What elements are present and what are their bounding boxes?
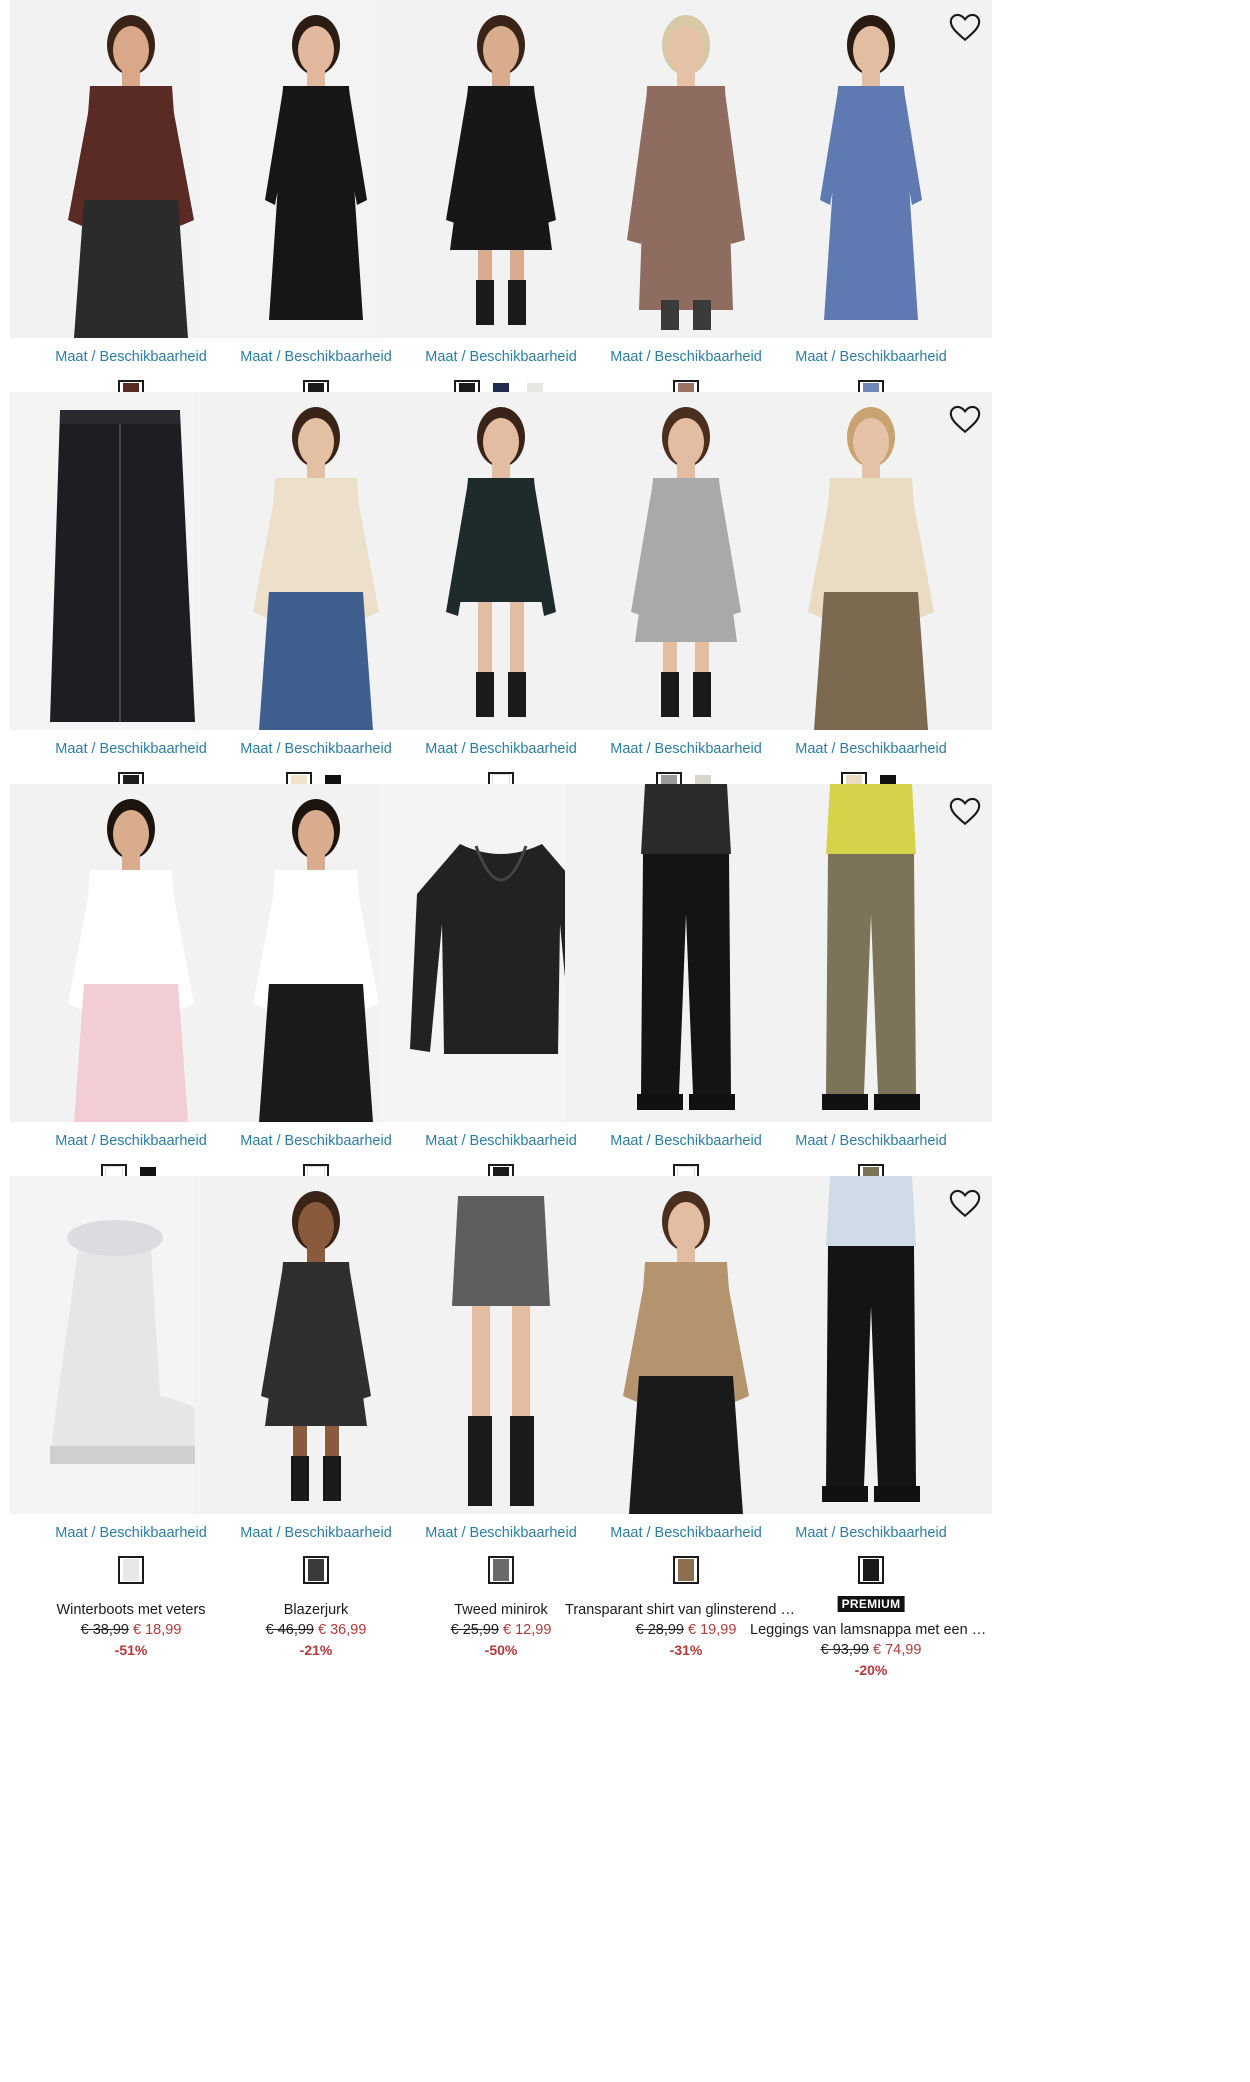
price-row: € 93,99 € 74,99 <box>750 1642 992 1658</box>
size-availability-link[interactable]: Maat / Beschikbaarheid <box>750 741 992 757</box>
sale-price: € 36,99 <box>318 1622 367 1638</box>
sale-price: € 19,99 <box>688 1622 737 1638</box>
premium-badge: PREMIUM <box>837 1596 905 1612</box>
old-price: € 93,99 <box>820 1642 869 1658</box>
old-price: € 46,99 <box>265 1622 314 1638</box>
color-swatch[interactable] <box>118 1556 144 1584</box>
old-price: € 38,99 <box>80 1622 129 1638</box>
color-swatch[interactable] <box>673 1556 699 1584</box>
sale-price: € 12,99 <box>503 1622 552 1638</box>
product-title[interactable]: Leggings van lamsnappa met een el… <box>750 1622 992 1638</box>
size-availability-link[interactable]: Maat / Beschikbaarheid <box>750 1525 992 1541</box>
size-availability-link[interactable]: Maat / Beschikbaarheid <box>750 349 992 365</box>
product-image[interactable] <box>750 392 992 730</box>
wishlist-heart-icon[interactable] <box>948 10 982 44</box>
wishlist-heart-icon[interactable] <box>948 794 982 828</box>
color-swatches <box>750 1556 992 1584</box>
old-price: € 28,99 <box>635 1622 684 1638</box>
product-card[interactable]: Maat / Beschikbaarheid PREMIUM Leggings va… <box>750 1176 992 1686</box>
color-swatch[interactable] <box>488 1556 514 1584</box>
size-availability-link[interactable]: Maat / Beschikbaarheid <box>750 1133 992 1149</box>
wishlist-heart-icon[interactable] <box>948 1186 982 1220</box>
product-image[interactable] <box>750 1176 992 1514</box>
product-image[interactable] <box>750 0 992 338</box>
product-image[interactable] <box>750 784 992 1122</box>
color-swatch[interactable] <box>858 1556 884 1584</box>
wishlist-heart-icon[interactable] <box>948 402 982 436</box>
sale-price: € 74,99 <box>873 1642 922 1658</box>
product-grid: Maat / BeschikbaarheidBoxy trui met stru… <box>0 0 1250 2082</box>
color-swatch[interactable] <box>303 1556 329 1584</box>
old-price: € 25,99 <box>450 1622 499 1638</box>
discount-percentage: -20% <box>854 1662 888 1678</box>
sale-price: € 18,99 <box>133 1622 182 1638</box>
